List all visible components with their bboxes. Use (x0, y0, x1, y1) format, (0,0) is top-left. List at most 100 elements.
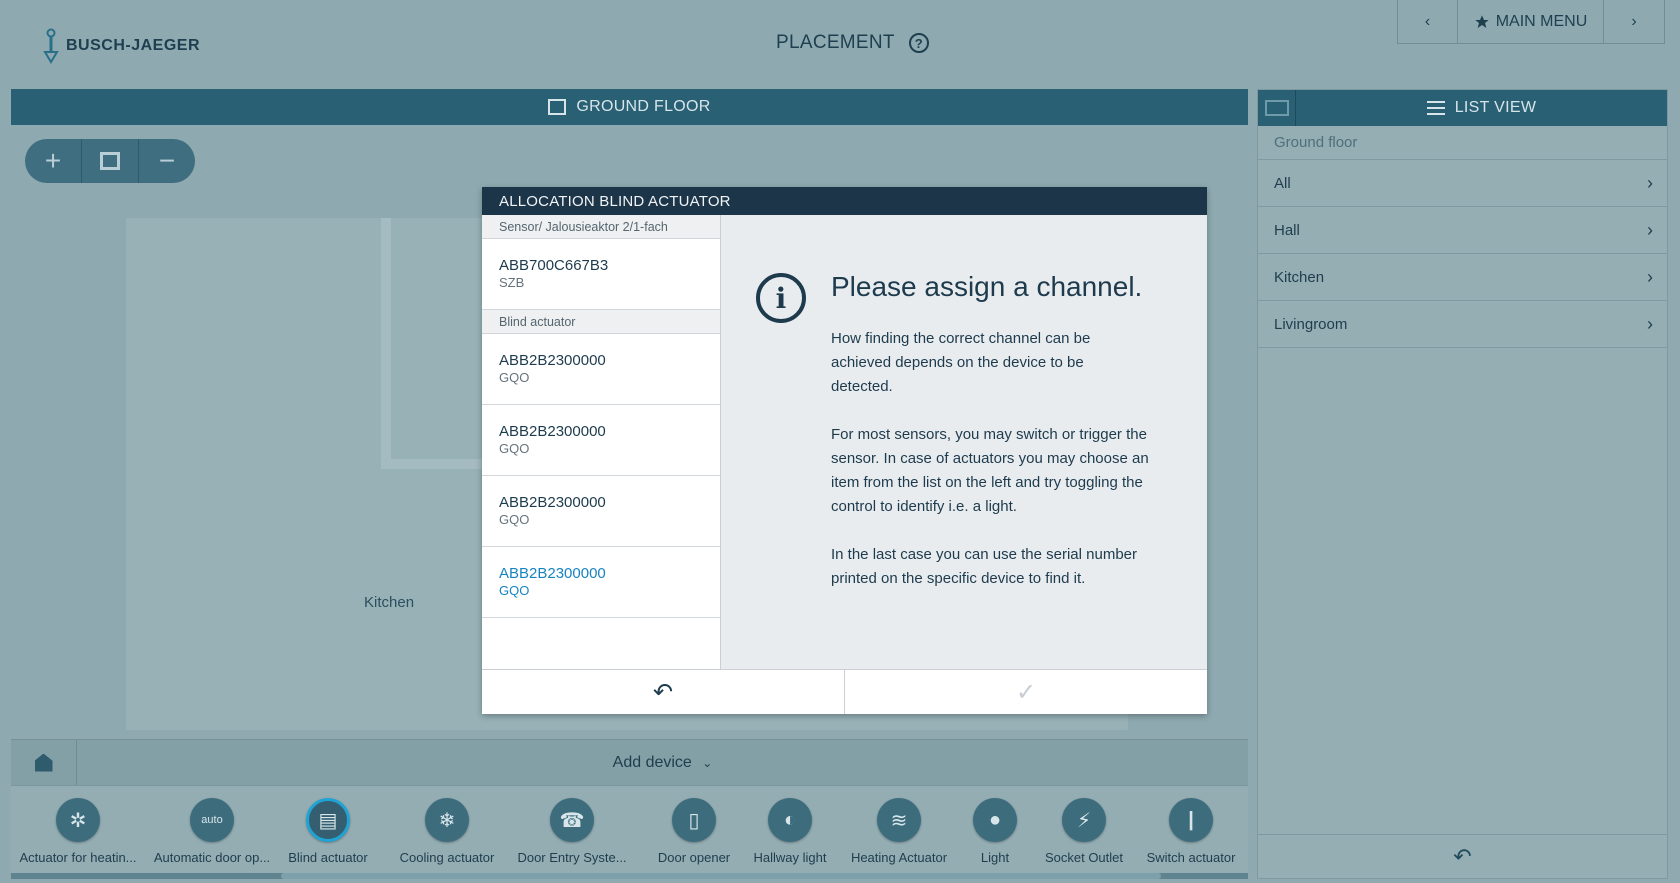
channel-id: ABB700C667B3 (499, 257, 609, 274)
bulb-icon: ● (973, 798, 1017, 842)
info-paragraph: How finding the correct channel can be a… (831, 330, 1091, 395)
device-label: Switch actuator (1146, 850, 1236, 865)
info-section: i Please assign a channel. How finding t… (721, 215, 1207, 669)
channel-item-selected[interactable]: ABB2B2300000 GQO (482, 547, 720, 618)
list-view-title: LIST VIEW (1296, 99, 1667, 117)
add-device-dropdown[interactable]: Add device ⌄ (77, 754, 1248, 772)
list-view-panel: LIST VIEW Ground floor All › Hall › Kitc… (1257, 89, 1668, 879)
device-actuator-heating[interactable]: ✲ Actuator for heatin... (13, 798, 143, 865)
channel-type: GQO (499, 370, 530, 385)
collapse-panel-button[interactable] (1258, 90, 1296, 126)
door-opener-icon: ▯ (672, 798, 716, 842)
help-icon[interactable]: ? (908, 33, 929, 53)
floor-plan-icon (548, 99, 567, 115)
next-button[interactable]: › (1604, 0, 1664, 43)
device-label: Socket Outlet (1044, 850, 1124, 865)
channel-list: Sensor/ Jalousieaktor 2/1-fach ABB700C66… (482, 215, 721, 669)
main-menu-button[interactable]: MAIN MENU (1458, 0, 1604, 43)
channel-item[interactable]: ABB700C667B3 SZB (482, 239, 720, 310)
channel-type: GQO (499, 441, 530, 456)
heating-actuator-icon: ✲ (56, 798, 100, 842)
channel-item[interactable]: ABB2B2300000 GQO (482, 476, 720, 547)
brand-name: BUSCH-JAEGER (66, 37, 201, 54)
device-cooling-actuator[interactable]: ❄ Cooling actuator (382, 798, 512, 865)
fit-screen-icon (100, 152, 120, 170)
floor-title: GROUND FLOOR (576, 98, 711, 115)
channel-id: ABB2B2300000 (499, 565, 606, 582)
device-switch-actuator[interactable]: | Switch actuator (1126, 798, 1256, 865)
zoom-in-button[interactable]: + (25, 139, 82, 183)
chevron-right-icon: › (1647, 219, 1653, 240)
floor-subtitle: Ground floor (1258, 126, 1667, 160)
list-item-kitchen[interactable]: Kitchen › (1258, 254, 1667, 301)
list-item-label: All (1274, 174, 1291, 192)
busch-jaeger-logo-icon (43, 28, 59, 64)
home-button[interactable] (11, 740, 77, 785)
channel-id: ABB2B2300000 (499, 494, 606, 511)
list-item-label: Hall (1274, 221, 1300, 239)
channel-item[interactable]: ABB2B2300000 GQO (482, 334, 720, 405)
list-icon (1426, 101, 1445, 115)
device-tray-scrollbar[interactable] (11, 873, 1248, 879)
list-back-button[interactable]: ↶ (1258, 834, 1667, 878)
dialog-back-button[interactable]: ↶ (482, 670, 845, 714)
blind-icon: ▤ (306, 798, 350, 842)
device-label: Cooling actuator (399, 850, 495, 865)
page-title: PLACEMENT ? (776, 32, 929, 54)
heating-waves-icon: ≋ (877, 798, 921, 842)
home-icon (34, 753, 53, 772)
info-paragraph: For most sensors, you may switch or trig… (831, 426, 1149, 515)
page-title-text: PLACEMENT (776, 32, 895, 53)
list-group-header: Sensor/ Jalousieaktor 2/1-fach (482, 215, 720, 239)
fit-to-screen-button[interactable] (82, 139, 139, 183)
socket-icon: ⚡ (1062, 798, 1106, 842)
add-device-label: Add device (612, 753, 692, 771)
dialog-body: Sensor/ Jalousieaktor 2/1-fach ABB700C66… (482, 215, 1207, 669)
snowflake-icon: ❄ (425, 798, 469, 842)
device-blind-actuator[interactable]: ▤ Blind actuator (263, 798, 393, 865)
allocation-dialog: ALLOCATION BLIND ACTUATOR Sensor/ Jalous… (482, 187, 1207, 714)
back-arrow-icon: ↶ (652, 678, 674, 706)
brand-logo: BUSCH-JAEGER (42, 28, 200, 64)
device-door-entry[interactable]: ☎ Door Entry Syste... (507, 798, 637, 865)
device-bar: Add device ⌄ (11, 739, 1248, 785)
minus-icon: − (158, 145, 176, 176)
dialog-title: ALLOCATION BLIND ACTUATOR (482, 187, 1207, 215)
device-label: Blind actuator (288, 850, 368, 865)
previous-button[interactable]: ‹ (1398, 0, 1458, 43)
channel-type: SZB (499, 275, 525, 290)
hallway-light-icon: ◐ (768, 798, 812, 842)
dialog-confirm-button[interactable]: ✓ (845, 670, 1207, 714)
door-entry-icon: ☎ (550, 798, 594, 842)
star-icon (1475, 14, 1489, 28)
device-tray: ✲ Actuator for heatin... auto Automatic … (11, 785, 1248, 879)
device-label: Automatic door op... (153, 850, 271, 865)
device-label: Actuator for heatin... (19, 850, 137, 865)
list-item-livingroom[interactable]: Livingroom › (1258, 301, 1667, 348)
collapse-panel-icon (1264, 100, 1289, 116)
chevron-right-icon: › (1631, 12, 1637, 30)
device-automatic-door[interactable]: auto Automatic door op... (147, 798, 277, 865)
room-wall (381, 218, 391, 468)
scrollbar-thumb[interactable] (281, 873, 1161, 879)
device-label: Light (980, 850, 1010, 865)
channel-type: GQO (499, 512, 530, 527)
zoom-out-button[interactable]: − (139, 139, 195, 183)
channel-id: ABB2B2300000 (499, 423, 606, 440)
switch-icon: | (1169, 798, 1213, 842)
chevron-right-icon: › (1647, 266, 1653, 287)
channel-id: ABB2B2300000 (499, 352, 606, 369)
info-paragraph: In the last case you can use the serial … (831, 546, 1138, 587)
floor-header: GROUND FLOOR (11, 89, 1248, 125)
plus-icon: + (44, 145, 62, 176)
channel-item[interactable]: ABB2B2300000 GQO (482, 405, 720, 476)
checkmark-icon: ✓ (1015, 678, 1037, 706)
device-label: Door opener (657, 850, 731, 865)
chevron-right-icon: › (1647, 172, 1653, 193)
zoom-controls: + − (25, 139, 195, 183)
chevron-down-icon: ⌄ (702, 755, 713, 770)
room-label-kitchen[interactable]: Kitchen (364, 594, 414, 611)
list-item-hall[interactable]: Hall › (1258, 207, 1667, 254)
list-item-all[interactable]: All › (1258, 160, 1667, 207)
list-group-header: Blind actuator (482, 310, 720, 334)
